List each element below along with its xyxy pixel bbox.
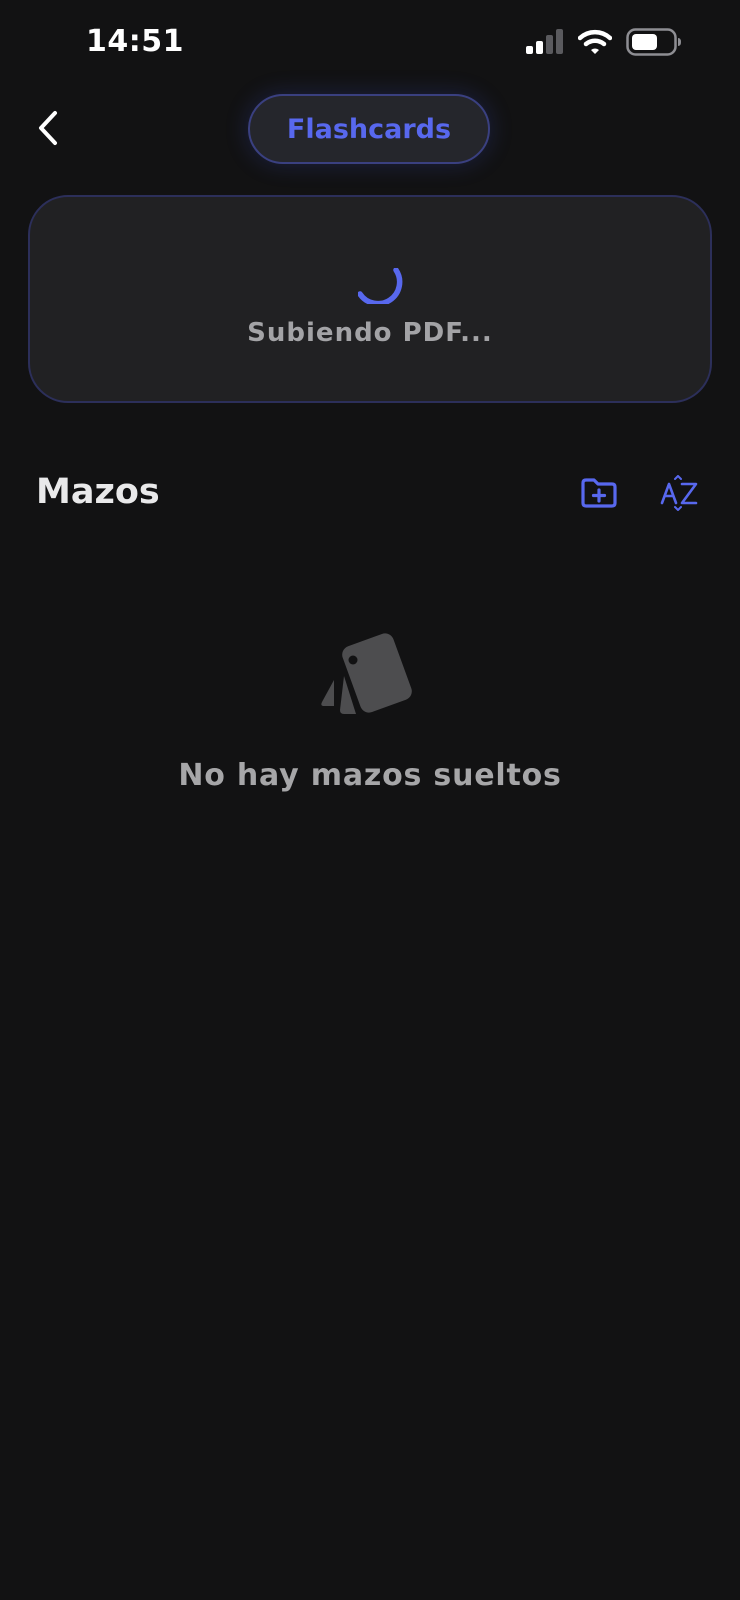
chevron-left-icon (36, 110, 60, 151)
sort-alphabetical-button[interactable] (656, 474, 704, 516)
status-icons (526, 28, 682, 56)
page-title: Flashcards (248, 94, 490, 164)
section-title-mazos: Mazos (36, 472, 160, 512)
wifi-icon (578, 29, 612, 55)
cards-stack-icon (320, 632, 420, 729)
battery-icon (626, 28, 682, 56)
cellular-signal-icon (526, 29, 564, 55)
status-bar: 14:51 (0, 0, 740, 90)
new-folder-button[interactable] (578, 474, 620, 516)
loading-spinner-icon (357, 267, 406, 309)
upload-status-text: Subiendo PDF... (247, 318, 493, 348)
status-time: 14:51 (86, 24, 184, 59)
back-button[interactable] (28, 104, 68, 156)
folder-plus-icon (580, 477, 618, 514)
empty-state-message: No hay mazos sueltos (178, 758, 562, 793)
sort-az-icon (660, 474, 700, 516)
